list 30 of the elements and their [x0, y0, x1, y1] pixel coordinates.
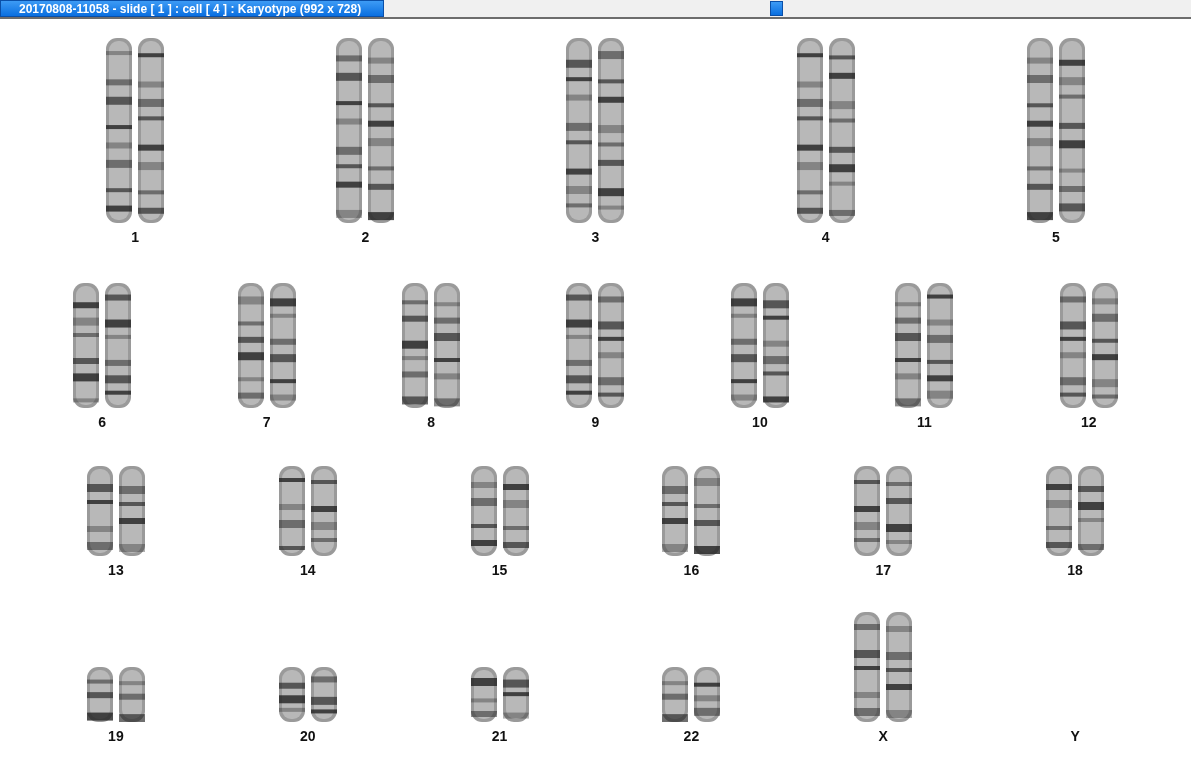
chromosome-number: 11 — [916, 414, 932, 430]
chromosome-number: 8 — [427, 414, 435, 430]
chromosome-number: 20 — [299, 728, 316, 744]
chromosome-number: 14 — [299, 562, 316, 578]
scroll-thumb[interactable] — [770, 1, 783, 16]
chromosome-pair-drawing — [276, 667, 339, 722]
window-title-tab[interactable]: 20170808-11058 - slide [ 1 ] : cell [ 4 ] : Karyotype (992 x 728) — [0, 0, 384, 17]
chromosome-number: 2 — [361, 229, 370, 245]
chromosome-number: 6 — [98, 414, 107, 430]
chromosome-number: 9 — [591, 414, 600, 430]
chromosome-number: 17 — [875, 562, 891, 578]
chromosome-number: 19 — [108, 728, 124, 744]
chromosome-number: 22 — [683, 728, 700, 744]
chromosome-number: 18 — [1067, 562, 1083, 578]
chromosome-number: X — [878, 728, 888, 744]
chromosome-number: 3 — [591, 229, 600, 245]
chromosome-number: 12 — [1080, 414, 1097, 430]
chromosome-pair-drawing — [660, 667, 723, 722]
chromosome-number: 4 — [821, 229, 830, 245]
chromosome-number: 1 — [131, 229, 139, 245]
chromosome-pair-drawing — [84, 667, 147, 722]
chromosome-number: 10 — [752, 414, 768, 430]
chromosome-number: 16 — [683, 562, 700, 578]
chromosome-number: 21 — [491, 728, 508, 744]
chromosome-number: 7 — [262, 414, 271, 430]
chromosome-number: 5 — [1051, 229, 1060, 245]
chromosome-number: Y — [1070, 728, 1080, 744]
chromosome-pair-drawing — [468, 667, 531, 722]
chromosome-number: 15 — [491, 562, 508, 578]
chromosome-number: 13 — [108, 562, 124, 578]
